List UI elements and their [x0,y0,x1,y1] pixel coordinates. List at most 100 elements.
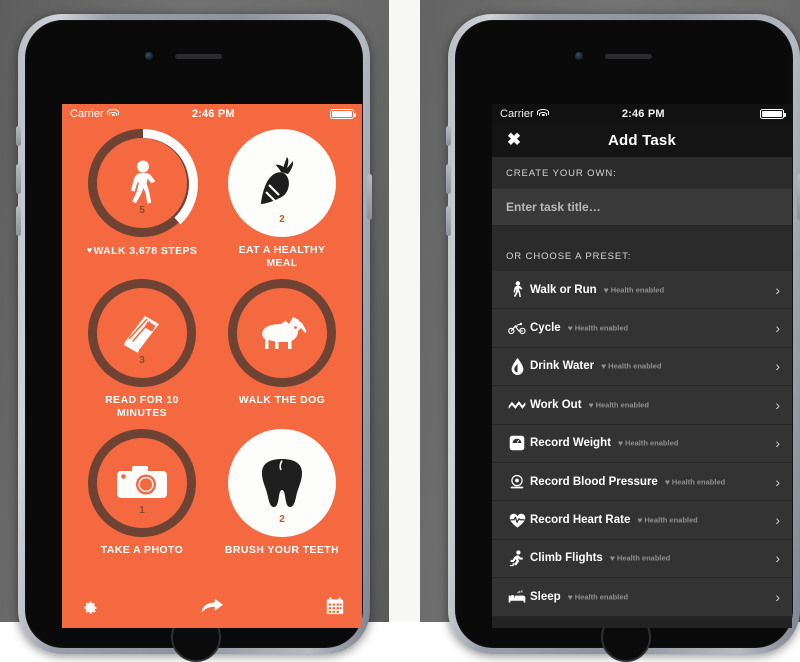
book-icon [119,311,165,355]
grid-row-gap [72,419,352,429]
bottom-toolbar [62,584,362,628]
list-item-sublabel-text: Health enabled [671,477,726,487]
task-row-1: 5 ♥WALK 3,678 STEPS 2 EAT A HEALTHY MEAL [72,129,352,269]
scale-icon [504,435,530,451]
calendar-icon[interactable] [326,597,344,615]
health-heart-icon: ♥ [637,515,643,526]
volume-down-button-left[interactable] [16,206,21,236]
task-title-input[interactable]: Enter task title… [492,188,792,226]
list-item-sublabel: ♥ Health enabled [601,361,661,371]
progress-ring-walk-steps [88,129,198,239]
list-item[interactable]: Walk or Run ♥ Health enabled › [492,271,792,310]
chevron-right-icon: › [775,473,780,490]
volume-up-button-right[interactable] [446,164,451,194]
task-count: 3 [139,355,145,366]
task-cell-healthy-meal[interactable]: 2 EAT A HEALTHY MEAL [212,129,352,269]
task-row-3: 1 TAKE A PHOTO 2 BRUSH YOUR TEETH [72,429,352,557]
battery-icon [330,108,357,119]
section-header-preset: OR CHOOSE A PRESET: [492,240,792,271]
earpiece-speaker-left [175,54,222,59]
health-heart-icon: ♥ [588,399,594,410]
app-screen-home: Carrier 2:46 PM 5 ♥WALK 3,678 STEPS 2 EA… [62,104,362,628]
list-item[interactable]: Drink Water ♥ Health enabled › [492,347,792,387]
list-item[interactable]: Sleep ♥ Health enabled › [492,578,792,617]
navigation-bar: ✖ Add Task [492,123,792,157]
health-heart-icon: ♥ [603,284,609,295]
task-grid: 5 ♥WALK 3,678 STEPS 2 EAT A HEALTHY MEAL… [62,123,362,557]
health-heart-icon: ♥ [609,553,615,564]
chevron-right-icon: › [775,320,780,337]
mute-switch-right[interactable] [446,126,451,146]
task-caption: TAKE A PHOTO [100,544,184,556]
list-item-label: Cycle [530,322,561,335]
chevron-right-icon: › [775,396,780,413]
chevron-right-icon: › [775,550,780,567]
list-item-label: Climb Flights [530,552,603,565]
phone-mockup-left: Carrier 2:46 PM 5 ♥WALK 3,678 STEPS 2 EA… [16,14,372,662]
health-heart-icon: ♥ [601,361,607,372]
task-cell-take-photo[interactable]: 1 TAKE A PHOTO [72,429,212,557]
list-item-label: Sleep [530,590,561,603]
camera-icon [116,464,168,502]
status-bar-time: 2:46 PM [621,107,665,120]
health-heart-icon: ♥ [664,476,670,487]
health-heart-icon: ♥ [617,438,623,449]
status-bar-carrier-group: Carrier [70,108,120,120]
list-item-sublabel: ♥ Health enabled [568,592,628,602]
close-icon[interactable]: ✖ [506,131,522,148]
wifi-icon [107,109,120,118]
task-caption-text: WALK 3,678 STEPS [93,245,198,257]
list-item[interactable]: Record Blood Pressure ♥ Health enabled › [492,462,792,502]
list-item-label: Drink Water [530,360,595,373]
share-arrow-icon[interactable] [200,597,224,615]
task-caption: READ FOR 10 MINUTES [105,394,179,419]
list-item-sublabel-text: Health enabled [616,553,671,563]
mute-switch-left[interactable] [16,126,21,146]
task-disc-brush-teeth[interactable]: 2 [228,429,336,537]
grid-row-gap [72,269,352,279]
stairs-climb-icon [504,550,530,567]
chevron-right-icon: › [775,512,780,529]
task-cell-brush-teeth[interactable]: 2 BRUSH YOUR TEETH [212,429,352,557]
list-item-label: Work Out [530,398,582,411]
task-disc-read[interactable]: 3 [88,279,196,387]
status-bar-carrier-group: Carrier [500,108,550,120]
list-item[interactable]: Cycle ♥ Health enabled › [492,309,792,348]
task-cell-read[interactable]: 3 READ FOR 10 MINUTES [72,279,212,419]
task-disc-healthy-meal[interactable]: 2 [228,129,336,237]
list-item-sublabel: ♥ Health enabled [637,515,697,525]
list-item-sublabel: ♥ Health enabled [610,553,670,563]
task-disc-walk-dog[interactable] [228,279,336,387]
volume-up-button-left[interactable] [16,164,21,194]
task-disc-take-photo[interactable]: 1 [88,429,196,537]
section-header-create: CREATE YOUR OWN: [492,157,792,188]
list-item[interactable]: Record Heart Rate ♥ Health enabled › [492,501,792,540]
task-row-2: 3 READ FOR 10 MINUTES WALK THE DOG [72,279,352,419]
blood-pressure-icon [504,474,530,490]
task-cell-walk-dog[interactable]: WALK THE DOG [212,279,352,419]
task-count: 5 [139,205,145,216]
list-item[interactable]: Work Out ♥ Health enabled › [492,386,792,425]
wifi-icon [537,109,550,118]
list-item-sublabel: ♥ Health enabled [604,285,664,295]
list-item[interactable]: Record Weight ♥ Health enabled › [492,424,792,463]
phone-mockup-right: Carrier 2:46 PM ✖ Add Task CREATE YOUR O… [446,14,800,662]
task-disc-walk-steps[interactable]: 5 [88,129,198,239]
list-item-sublabel: ♥ Health enabled [665,477,725,487]
list-item-sublabel: ♥ Health enabled [589,400,649,410]
settings-gear-icon[interactable] [80,597,98,615]
list-item-sublabel: ♥ Health enabled [568,323,628,333]
volume-down-button-right[interactable] [446,206,451,236]
task-cell-walk-steps[interactable]: 5 ♥WALK 3,678 STEPS [72,129,212,269]
list-item-sublabel-text: Health enabled [595,400,649,410]
power-button-left[interactable] [367,174,372,220]
task-caption: EAT A HEALTHY MEAL [238,244,326,269]
list-item-sublabel-text: Health enabled [624,438,679,448]
front-camera-icon-left [145,52,153,60]
carrot-icon [257,157,307,209]
app-screen-add-task: Carrier 2:46 PM ✖ Add Task CREATE YOUR O… [492,104,792,628]
screenshot-stage: Carrier 2:46 PM 5 ♥WALK 3,678 STEPS 2 EA… [0,0,800,662]
task-count: 2 [279,514,285,525]
list-item[interactable]: Climb Flights ♥ Health enabled › [492,539,792,579]
chevron-right-icon: › [775,281,780,298]
